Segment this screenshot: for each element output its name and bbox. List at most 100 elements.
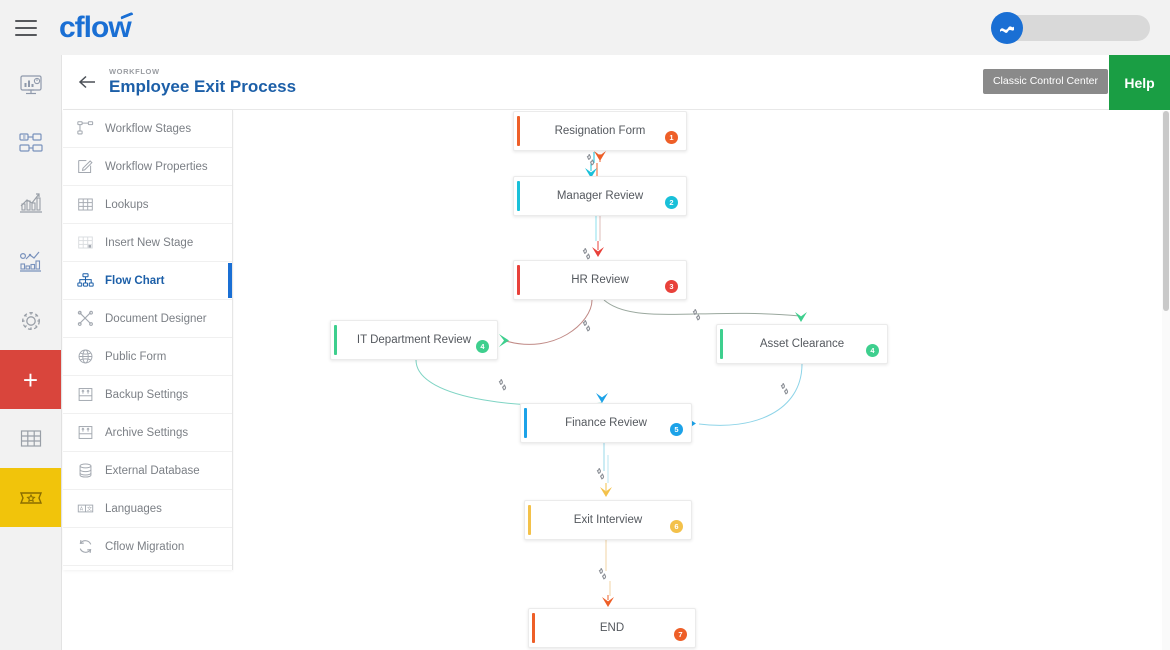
backup-box-icon	[77, 386, 94, 403]
sidebar-item-backup-settings[interactable]: Backup Settings	[63, 376, 232, 414]
refresh-cycle-icon	[77, 538, 94, 555]
flow-node-label: Manager Review	[557, 190, 643, 202]
node-accent	[524, 408, 527, 438]
rail-item-analytics[interactable]	[0, 232, 61, 291]
flow-node-exit-interview[interactable]: Exit Interview 6	[524, 500, 692, 540]
sidebar-item-archive-settings[interactable]: Archive Settings	[63, 414, 232, 452]
document-designer-icon	[77, 310, 94, 327]
rail-item-settings[interactable]	[0, 291, 61, 350]
svg-text:A: A	[80, 506, 84, 512]
sidebar-item-label: Public Form	[105, 351, 166, 363]
database-icon	[77, 462, 94, 479]
status-badge: 7	[674, 628, 687, 641]
back-arrow-icon[interactable]	[77, 72, 97, 92]
stages-tree-icon	[77, 120, 94, 137]
ticket-star-icon	[18, 485, 44, 511]
sidebar-item-document-designer[interactable]: Document Designer	[63, 300, 232, 338]
rail-item-tables[interactable]	[0, 409, 61, 468]
rail-item-new-item[interactable]: +	[0, 350, 61, 409]
sidebar-item-lookups[interactable]: Lookups	[63, 186, 232, 224]
help-button[interactable]: Help	[1109, 55, 1170, 110]
sidebar-item-workflow-properties[interactable]: Workflow Properties	[63, 148, 232, 186]
rail-item-workflows[interactable]	[0, 114, 61, 173]
rail-item-tickets[interactable]	[0, 468, 61, 527]
breadcrumb: WORKFLOW	[109, 67, 296, 76]
classic-control-center-button[interactable]: Classic Control Center	[983, 69, 1108, 94]
sidebar-item-label: Flow Chart	[105, 275, 164, 287]
sidebar-item-label: Insert New Stage	[105, 237, 193, 249]
node-accent	[528, 505, 531, 535]
sidebar-item-workflow-stages[interactable]: Workflow Stages	[63, 110, 232, 148]
user-avatar-icon	[996, 17, 1018, 39]
svg-text:文: 文	[87, 505, 92, 512]
sidebar-item-languages[interactable]: A 文 Languages	[63, 490, 232, 528]
sidebar-item-label: Archive Settings	[105, 427, 188, 439]
status-badge: 3	[665, 280, 678, 293]
grid-table-icon	[18, 426, 44, 452]
flow-chart-connectors	[234, 111, 1170, 650]
brand-text: cflow	[59, 11, 131, 44]
sidebar-item-label: Workflow Properties	[105, 161, 208, 173]
grid-table-icon	[77, 196, 94, 213]
node-accent	[720, 329, 723, 359]
plus-icon: +	[23, 367, 38, 393]
sidebar-item-label: External Database	[105, 465, 200, 477]
flow-node-asset-clearance[interactable]: Asset Clearance 4	[716, 324, 888, 364]
sidebar-item-cflow-migration[interactable]: Cflow Migration	[63, 528, 232, 566]
rail-item-dashboard[interactable]	[0, 55, 61, 114]
brand-logo[interactable]: cflow	[59, 11, 131, 45]
analytics-scatter-icon	[18, 249, 44, 275]
node-accent	[517, 181, 520, 211]
sidebar-item-label: Workflow Stages	[105, 123, 191, 135]
scrollbar-thumb[interactable]	[1163, 111, 1169, 311]
status-badge: 5	[670, 423, 683, 436]
sidebar-item-label: Document Designer	[105, 313, 207, 325]
sidebar-item-label: Backup Settings	[105, 389, 188, 401]
vertical-scrollbar[interactable]	[1162, 111, 1170, 650]
globe-icon	[77, 348, 94, 365]
active-indicator	[228, 263, 232, 298]
workflow-nodes-icon	[18, 131, 44, 157]
sidebar-item-label: Lookups	[105, 199, 148, 211]
flow-node-hr-review[interactable]: HR Review 3	[513, 260, 687, 300]
flow-chart-icon	[77, 272, 94, 289]
node-accent	[517, 116, 520, 146]
sidebar-item-public-form[interactable]: Public Form	[63, 338, 232, 376]
sidebar-item-external-database[interactable]: External Database	[63, 452, 232, 490]
node-accent	[532, 613, 535, 643]
flow-node-label: END	[600, 622, 624, 634]
flow-node-finance-review[interactable]: Finance Review 5	[520, 403, 692, 443]
page-title: Employee Exit Process	[109, 77, 296, 97]
sidebar-item-label: Cflow Migration	[105, 541, 184, 553]
sidebar-item-label: Languages	[105, 503, 162, 515]
avatar[interactable]	[991, 12, 1023, 44]
status-badge: 4	[866, 344, 879, 357]
gear-icon	[18, 308, 44, 334]
flow-chart-canvas[interactable]: Resignation Form 1 Manager Review 2 HR R…	[234, 111, 1170, 650]
hamburger-icon[interactable]	[15, 20, 37, 36]
bar-chart-growth-icon	[18, 190, 44, 216]
status-badge: 1	[665, 131, 678, 144]
sidebar-item-flow-chart[interactable]: Flow Chart	[63, 262, 232, 300]
flow-node-label: HR Review	[571, 274, 629, 286]
archive-box-icon	[77, 424, 94, 441]
node-accent	[334, 325, 337, 355]
flow-node-it-department-review[interactable]: IT Department Review 4	[330, 320, 498, 360]
sidebar-item-insert-new-stage[interactable]: Insert New Stage	[63, 224, 232, 262]
flow-node-resignation-form[interactable]: Resignation Form 1	[513, 111, 687, 151]
top-bar: cflow	[0, 0, 1170, 55]
rail-item-reports[interactable]	[0, 173, 61, 232]
flow-node-label: Exit Interview	[574, 514, 642, 526]
icon-rail: +	[0, 55, 62, 650]
flow-node-end[interactable]: END 7	[528, 608, 696, 648]
node-accent	[517, 265, 520, 295]
edit-square-icon	[77, 158, 94, 175]
flow-node-label: Finance Review	[565, 417, 647, 429]
status-badge: 2	[665, 196, 678, 209]
flow-node-label: Asset Clearance	[760, 338, 844, 350]
dashboard-monitor-icon	[18, 72, 44, 98]
status-badge: 4	[476, 340, 489, 353]
flow-node-manager-review[interactable]: Manager Review 2	[513, 176, 687, 216]
workflow-titles: WORKFLOW Employee Exit Process	[109, 67, 296, 97]
status-badge: 6	[670, 520, 683, 533]
